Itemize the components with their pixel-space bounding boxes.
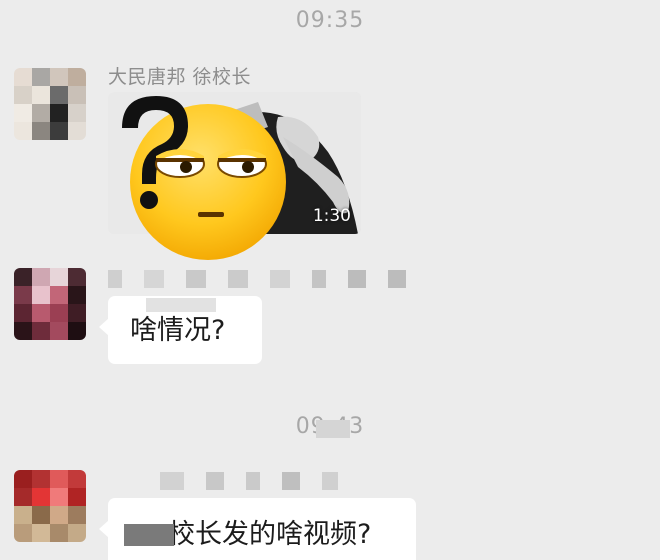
message-text: 校长发的啥视频? bbox=[168, 518, 372, 550]
video-duration: 1:30 bbox=[312, 206, 351, 226]
sender-name-mosaic bbox=[108, 270, 406, 288]
mosaic-block bbox=[316, 420, 350, 438]
avatar[interactable] bbox=[14, 68, 86, 140]
question-mark-unamused-emoji-icon bbox=[122, 96, 286, 260]
timestamp: 09:35 bbox=[295, 8, 365, 33]
message-text: 啥情况? bbox=[130, 314, 226, 346]
sender-name-mosaic bbox=[160, 472, 338, 490]
sender-name: 大民唐邦 徐校长 bbox=[108, 66, 252, 88]
mosaic-block bbox=[124, 524, 174, 546]
avatar[interactable] bbox=[14, 268, 86, 340]
chat-window: 09:35 大民唐邦 徐校长 1:30 啥情况? 校长发的啥视频? bbox=[0, 0, 660, 560]
avatar[interactable] bbox=[14, 470, 86, 542]
mosaic-block bbox=[146, 298, 216, 312]
